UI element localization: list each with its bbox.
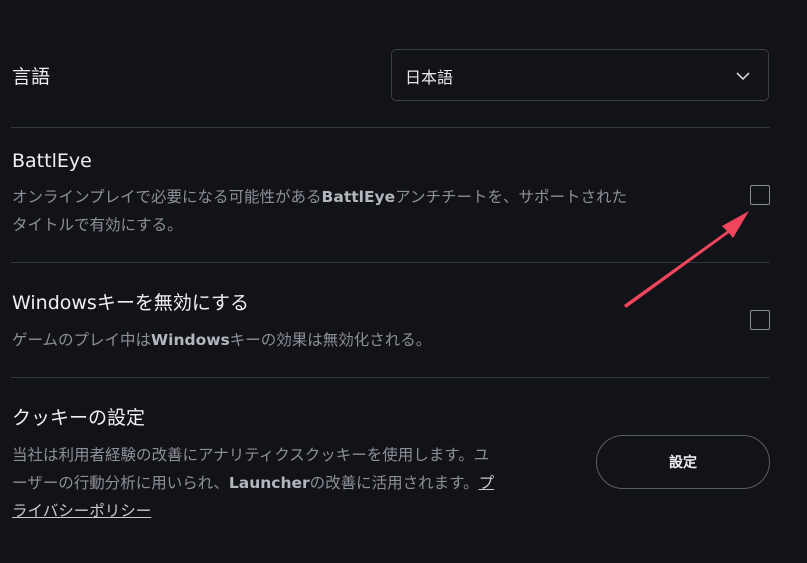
settings-panel: 言語 日本語 BattlEye オンラインプレイで必要になる可能性があるBatt… [0, 0, 807, 563]
divider [11, 127, 770, 128]
language-row: 言語 日本語 [0, 0, 807, 128]
cookie-settings-button[interactable]: 設定 [596, 435, 770, 489]
cookies-desc-line3: ライバシーポリシー [12, 497, 572, 525]
privacy-policy-link[interactable]: ライバシーポリシー [12, 502, 151, 520]
windows-key-desc-prefix: ゲームのプレイ中は [12, 331, 152, 349]
language-select[interactable]: 日本語 [391, 49, 769, 101]
windows-key-desc-strong: Windows [151, 331, 230, 349]
language-select-value: 日本語 [405, 68, 454, 87]
language-label: 言語 [12, 66, 51, 88]
chevron-down-icon [736, 72, 750, 81]
cookies-desc-prefix: ーザーの行動分析に用いられ、 [12, 474, 229, 492]
cookies-desc-line1: 当社は利用者経験の改善にアナリティクスクッキーを使用します。ユ [12, 446, 490, 464]
battleye-description: オンラインプレイで必要になる可能性があるBattlEyeアンチチートを、サポート… [12, 183, 712, 239]
cookies-description: 当社は利用者経験の改善にアナリティクスクッキーを使用します。ユ ーザーの行動分析… [12, 441, 572, 525]
battleye-desc-strong: BattlEye [321, 188, 396, 206]
cookies-desc-line2: ーザーの行動分析に用いられ、Launcherの改善に活用されます。プ [12, 469, 572, 497]
divider [11, 262, 770, 263]
cookies-desc-strong: Launcher [228, 474, 310, 492]
battleye-title: BattlEye [12, 150, 92, 172]
battleye-checkbox[interactable] [750, 185, 770, 205]
windows-key-description: ゲームのプレイ中はWindowsキーの効果は無効化される。 [12, 326, 712, 354]
windows-key-title: Windowsキーを無効にする [12, 292, 250, 314]
divider [11, 377, 770, 378]
battleye-desc-suffix: アンチチートを、サポートされた [395, 188, 628, 206]
windows-key-desc-suffix: キーの効果は無効化される。 [229, 331, 432, 349]
battleye-desc-line1: オンラインプレイで必要になる可能性があるBattlEyeアンチチートを、サポート… [12, 183, 712, 211]
privacy-policy-link-part1[interactable]: プ [479, 474, 495, 492]
battleye-desc-prefix: オンラインプレイで必要になる可能性がある [12, 188, 322, 206]
windows-key-checkbox[interactable] [750, 310, 770, 330]
battleye-desc-line2: タイトルで有効にする。 [12, 216, 183, 234]
cookies-title: クッキーの設定 [12, 407, 146, 429]
cookies-desc-suffix: の改善に活用されます。 [309, 474, 479, 492]
